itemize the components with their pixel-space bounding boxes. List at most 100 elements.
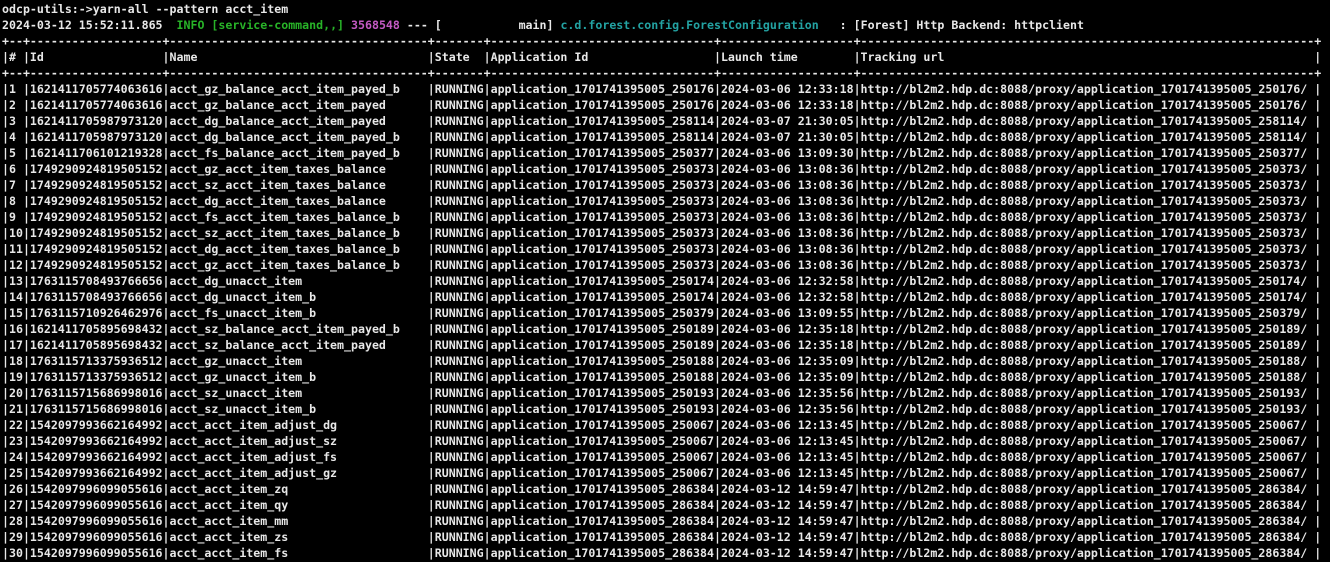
tracking-url-link[interactable]: http://bl2m2.hdp.dc:8088/proxy/applicati… xyxy=(861,370,1315,384)
table-row-fields: |15|1763115710926462976|acct_fs_unacct_i… xyxy=(2,306,861,320)
table-row: |6 |1749290924819505152|acct_gz_acct_ite… xyxy=(2,161,1330,177)
tracking-url-link[interactable]: http://bl2m2.hdp.dc:8088/proxy/applicati… xyxy=(861,98,1315,112)
table-row: |24|1542097993662164992|acct_acct_item_a… xyxy=(2,449,1330,465)
table-row-fields: |30|1542097996099055616|acct_acct_item_f… xyxy=(2,546,861,560)
table-row-fields: |6 |1749290924819505152|acct_gz_acct_ite… xyxy=(2,162,861,176)
shell-prompt: odcp-utils:-> xyxy=(2,2,93,16)
tracking-url-link[interactable]: http://bl2m2.hdp.dc:8088/proxy/applicati… xyxy=(861,290,1315,304)
tracking-url-link[interactable]: http://bl2m2.hdp.dc:8088/proxy/applicati… xyxy=(861,130,1315,144)
table-row-fields: |25|1542097993662164992|acct_acct_item_a… xyxy=(2,466,861,480)
table-row-fields: |4 |1621411705987973120|acct_dg_balance_… xyxy=(2,130,861,144)
table-row-fields: |21|1763115715686998016|acct_sz_unacct_i… xyxy=(2,402,861,416)
table-row: |20|1763115715686998016|acct_sz_unacct_i… xyxy=(2,385,1330,401)
table-row: |28|1542097996099055616|acct_acct_item_m… xyxy=(2,513,1330,529)
table-row: |14|1763115708493766656|acct_dg_unacct_i… xyxy=(2,289,1330,305)
table-row: |25|1542097993662164992|acct_acct_item_a… xyxy=(2,465,1330,481)
tracking-url-link[interactable]: http://bl2m2.hdp.dc:8088/proxy/applicati… xyxy=(861,354,1315,368)
tracking-url-link[interactable]: http://bl2m2.hdp.dc:8088/proxy/applicati… xyxy=(861,546,1315,560)
tracking-url-link[interactable]: http://bl2m2.hdp.dc:8088/proxy/applicati… xyxy=(861,402,1315,416)
table-row-border-end: | xyxy=(1314,178,1321,192)
tracking-url-link[interactable]: http://bl2m2.hdp.dc:8088/proxy/applicati… xyxy=(861,178,1315,192)
table-row-fields: |19|1763115713375936512|acct_gz_unacct_i… xyxy=(2,370,861,384)
tracking-url-link[interactable]: http://bl2m2.hdp.dc:8088/proxy/applicati… xyxy=(861,514,1315,528)
table-row-border-end: | xyxy=(1314,114,1321,128)
table-row-border-end: | xyxy=(1314,194,1321,208)
tracking-url-link[interactable]: http://bl2m2.hdp.dc:8088/proxy/applicati… xyxy=(861,146,1315,160)
table-row-fields: |27|1542097996099055616|acct_acct_item_q… xyxy=(2,498,861,512)
tracking-url-link[interactable]: http://bl2m2.hdp.dc:8088/proxy/applicati… xyxy=(861,274,1315,288)
tracking-url-link[interactable]: http://bl2m2.hdp.dc:8088/proxy/applicati… xyxy=(861,338,1315,352)
tracking-url-link[interactable]: http://bl2m2.hdp.dc:8088/proxy/applicati… xyxy=(861,482,1315,496)
tracking-url-link[interactable]: http://bl2m2.hdp.dc:8088/proxy/applicati… xyxy=(861,386,1315,400)
command-line: odcp-utils:->yarn-all --pattern acct_ite… xyxy=(2,1,1330,17)
tracking-url-link[interactable]: http://bl2m2.hdp.dc:8088/proxy/applicati… xyxy=(861,306,1315,320)
log-timestamp: 2024-03-12 15:52:11.865 xyxy=(2,18,177,32)
tracking-url-link[interactable]: http://bl2m2.hdp.dc:8088/proxy/applicati… xyxy=(861,210,1315,224)
table-row-border-end: | xyxy=(1314,530,1321,544)
table-row-fields: |22|1542097993662164992|acct_acct_item_a… xyxy=(2,418,861,432)
tracking-url-link[interactable]: http://bl2m2.hdp.dc:8088/proxy/applicati… xyxy=(861,418,1315,432)
table-row: |21|1763115715686998016|acct_sz_unacct_i… xyxy=(2,401,1330,417)
table-row: |8 |1749290924819505152|acct_dg_acct_ite… xyxy=(2,193,1330,209)
tracking-url-link[interactable]: http://bl2m2.hdp.dc:8088/proxy/applicati… xyxy=(861,434,1315,448)
table-row: |16|1621411705895698432|acct_sz_balance_… xyxy=(2,321,1330,337)
table-row-fields: |20|1763115715686998016|acct_sz_unacct_i… xyxy=(2,386,861,400)
table-row-fields: |10|1749290924819505152|acct_sz_acct_ite… xyxy=(2,226,861,240)
table-row-border-end: | xyxy=(1314,210,1321,224)
table-row-fields: |1 |1621411705774063616|acct_gz_balance_… xyxy=(2,82,861,96)
table-row-border-end: | xyxy=(1314,162,1321,176)
tracking-url-link[interactable]: http://bl2m2.hdp.dc:8088/proxy/applicati… xyxy=(861,450,1315,464)
table-row-fields: |13|1763115708493766656|acct_dg_unacct_i… xyxy=(2,274,861,288)
table-row: |13|1763115708493766656|acct_dg_unacct_i… xyxy=(2,273,1330,289)
log-pid: 3568548 xyxy=(351,18,400,32)
table-row-border-end: | xyxy=(1314,306,1321,320)
tracking-url-link[interactable]: http://bl2m2.hdp.dc:8088/proxy/applicati… xyxy=(861,498,1315,512)
table-row: |23|1542097993662164992|acct_acct_item_a… xyxy=(2,433,1330,449)
tracking-url-link[interactable]: http://bl2m2.hdp.dc:8088/proxy/applicati… xyxy=(861,242,1315,256)
terminal-window[interactable]: odcp-utils:->yarn-all --pattern acct_ite… xyxy=(0,0,1330,562)
tracking-url-link[interactable]: http://bl2m2.hdp.dc:8088/proxy/applicati… xyxy=(861,82,1315,96)
table-row: |4 |1621411705987973120|acct_dg_balance_… xyxy=(2,129,1330,145)
tracking-url-link[interactable]: http://bl2m2.hdp.dc:8088/proxy/applicati… xyxy=(861,322,1315,336)
table-row-fields: |17|1621411705895698432|acct_sz_balance_… xyxy=(2,338,861,352)
log-line: 2024-03-12 15:52:11.865 INFO [service-co… xyxy=(2,17,1330,33)
table-row-border-end: | xyxy=(1314,258,1321,272)
table-row-fields: |9 |1749290924819505152|acct_fs_acct_ite… xyxy=(2,210,861,224)
tracking-url-link[interactable]: http://bl2m2.hdp.dc:8088/proxy/applicati… xyxy=(861,226,1315,240)
table-row: |26|1542097996099055616|acct_acct_item_z… xyxy=(2,481,1330,497)
table-row-fields: |5 |1621411706101219328|acct_fs_balance_… xyxy=(2,146,861,160)
tracking-url-link[interactable]: http://bl2m2.hdp.dc:8088/proxy/applicati… xyxy=(861,466,1315,480)
tracking-url-link[interactable]: http://bl2m2.hdp.dc:8088/proxy/applicati… xyxy=(861,162,1315,176)
log-thread: --- [ main] xyxy=(400,18,561,32)
log-message: : [Forest] Http Backend: httpclient xyxy=(840,18,1084,32)
table-row: |7 |1749290924819505152|acct_sz_acct_ite… xyxy=(2,177,1330,193)
table-row-border-end: | xyxy=(1314,354,1321,368)
table-row: |12|1749290924819505152|acct_gz_acct_ite… xyxy=(2,257,1330,273)
yarn-applications-table: +--+-------------------+----------------… xyxy=(2,33,1330,561)
log-level-badge: INFO [service-command,,] xyxy=(177,18,345,32)
tracking-url-link[interactable]: http://bl2m2.hdp.dc:8088/proxy/applicati… xyxy=(861,194,1315,208)
tracking-url-link[interactable]: http://bl2m2.hdp.dc:8088/proxy/applicati… xyxy=(861,114,1315,128)
table-row-border-end: | xyxy=(1314,434,1321,448)
table-row-border-end: | xyxy=(1314,466,1321,480)
table-row-border-end: | xyxy=(1314,546,1321,560)
table-row-fields: |23|1542097993662164992|acct_acct_item_a… xyxy=(2,434,861,448)
table-row: |19|1763115713375936512|acct_gz_unacct_i… xyxy=(2,369,1330,385)
table-row: |30|1542097996099055616|acct_acct_item_f… xyxy=(2,545,1330,561)
table-row-border-end: | xyxy=(1314,146,1321,160)
table-row-border-end: | xyxy=(1314,386,1321,400)
table-row-border-end: | xyxy=(1314,482,1321,496)
table-row: |27|1542097996099055616|acct_acct_item_q… xyxy=(2,497,1330,513)
table-row-border-end: | xyxy=(1314,98,1321,112)
table-row: |2 |1621411705774063616|acct_gz_balance_… xyxy=(2,97,1330,113)
table-row-border-end: | xyxy=(1314,370,1321,384)
table-row-fields: |8 |1749290924819505152|acct_dg_acct_ite… xyxy=(2,194,861,208)
table-row: |18|1763115713375936512|acct_gz_unacct_i… xyxy=(2,353,1330,369)
tracking-url-link[interactable]: http://bl2m2.hdp.dc:8088/proxy/applicati… xyxy=(861,530,1315,544)
table-row-border-end: | xyxy=(1314,82,1321,96)
table-row: |9 |1749290924819505152|acct_fs_acct_ite… xyxy=(2,209,1330,225)
table-row: |10|1749290924819505152|acct_sz_acct_ite… xyxy=(2,225,1330,241)
table-row-border-end: | xyxy=(1314,450,1321,464)
table-row-fields: |2 |1621411705774063616|acct_gz_balance_… xyxy=(2,98,861,112)
tracking-url-link[interactable]: http://bl2m2.hdp.dc:8088/proxy/applicati… xyxy=(861,258,1315,272)
